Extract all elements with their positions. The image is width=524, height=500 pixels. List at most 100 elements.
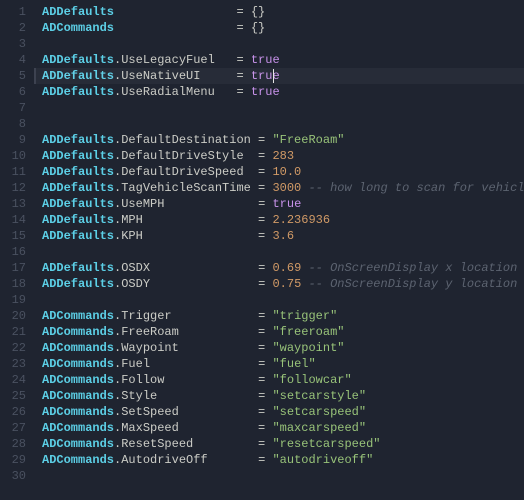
token-var: ADCommands [42, 341, 114, 355]
token-var: ADCommands [42, 21, 114, 35]
code-line[interactable]: ADDefaults.KPH = 3.6 [42, 228, 524, 244]
token-com: -- how long to scan for vehicles [308, 181, 524, 195]
token-prop: Waypoint [121, 341, 179, 355]
token-prop: UseNativeUI [121, 69, 200, 83]
code-line[interactable]: ADDefaults.UseLegacyFuel = true [42, 52, 524, 68]
code-line[interactable]: ADCommands.Waypoint = "waypoint" [42, 340, 524, 356]
token-var: ADCommands [42, 405, 114, 419]
line-number: 3 [0, 36, 26, 52]
code-line[interactable]: ADCommands.ResetSpeed = "resetcarspeed" [42, 436, 524, 452]
token-var: ADDefaults [42, 197, 114, 211]
token-eq: = [236, 5, 243, 19]
token-eq: = [258, 453, 265, 467]
code-line[interactable]: ADCommands = {} [42, 20, 524, 36]
code-line[interactable]: ADDefaults.UseRadialMenu = true [42, 84, 524, 100]
line-number: 15 [0, 228, 26, 244]
token-eq: = [258, 165, 265, 179]
code-line[interactable]: ADDefaults.OSDY = 0.75 -- OnScreenDispla… [42, 276, 524, 292]
code-line[interactable]: ADDefaults.UseNativeUI = true [42, 68, 524, 84]
code-line[interactable]: ADCommands.AutodriveOff = "autodriveoff" [42, 452, 524, 468]
code-line[interactable]: ADDefaults.MPH = 2.236936 [42, 212, 524, 228]
line-number: 2 [0, 20, 26, 36]
code-line[interactable]: ADDefaults.UseMPH = true [42, 196, 524, 212]
line-number: 23 [0, 356, 26, 372]
code-line[interactable]: ADCommands.FreeRoam = "freeroam" [42, 324, 524, 340]
token-var: ADCommands [42, 357, 114, 371]
token-bool: true [251, 85, 280, 99]
line-number: 16 [0, 244, 26, 260]
token-eq: = [258, 357, 265, 371]
token-var: ADCommands [42, 325, 114, 339]
token-prop: AutodriveOff [121, 453, 207, 467]
code-line[interactable] [42, 244, 524, 260]
token-eq: = [258, 389, 265, 403]
token-prop: DefaultDriveSpeed [121, 165, 243, 179]
token-bool: true [251, 53, 280, 67]
line-number: 25 [0, 388, 26, 404]
code-line[interactable]: ADCommands.SetSpeed = "setcarspeed" [42, 404, 524, 420]
code-line[interactable]: ADCommands.Fuel = "fuel" [42, 356, 524, 372]
token-var: ADCommands [42, 453, 114, 467]
code-line[interactable]: ADCommands.Follow = "followcar" [42, 372, 524, 388]
token-var: ADDefaults [42, 277, 114, 291]
token-num: 3.6 [272, 229, 294, 243]
code-line[interactable]: ADDefaults.TagVehicleScanTime = 3000 -- … [42, 180, 524, 196]
token-num: 2.236936 [272, 213, 330, 227]
line-number: 10 [0, 148, 26, 164]
token-var: ADDefaults [42, 69, 114, 83]
token-com: -- OnScreenDisplay y location [308, 277, 517, 291]
token-prop: DefaultDriveStyle [121, 149, 243, 163]
token-eq: = [258, 277, 265, 291]
code-line[interactable]: ADDefaults.DefaultDriveSpeed = 10.0 [42, 164, 524, 180]
line-number: 20 [0, 308, 26, 324]
code-line[interactable] [42, 468, 524, 484]
token-var: ADCommands [42, 421, 114, 435]
line-number: 28 [0, 436, 26, 452]
token-str: "FreeRoam" [272, 133, 344, 147]
token-var: ADDefaults [42, 181, 114, 195]
code-area[interactable]: ADDefaults = {}ADCommands = {}ADDefaults… [34, 0, 524, 500]
code-line[interactable]: ADCommands.MaxSpeed = "maxcarspeed" [42, 420, 524, 436]
token-str: "followcar" [272, 373, 351, 387]
code-line[interactable]: ADDefaults.OSDX = 0.69 -- OnScreenDispla… [42, 260, 524, 276]
token-bool: true [272, 197, 301, 211]
token-eq: = [258, 373, 265, 387]
code-line[interactable]: ADDefaults.DefaultDriveStyle = 283 [42, 148, 524, 164]
line-number: 29 [0, 452, 26, 468]
line-number: 11 [0, 164, 26, 180]
token-eq: = [258, 341, 265, 355]
line-number: 22 [0, 340, 26, 356]
token-str: "freeroam" [272, 325, 344, 339]
code-line[interactable] [42, 292, 524, 308]
token-num: 283 [272, 149, 294, 163]
code-line[interactable]: ADCommands.Trigger = "trigger" [42, 308, 524, 324]
token-punc: {} [251, 21, 265, 35]
token-eq: = [258, 181, 265, 195]
token-prop: Trigger [121, 309, 171, 323]
token-prop: MPH [121, 213, 143, 227]
token-eq: = [236, 85, 243, 99]
line-number: 27 [0, 420, 26, 436]
code-line[interactable]: ADDefaults = {} [42, 4, 524, 20]
code-line[interactable] [42, 100, 524, 116]
line-number: 19 [0, 292, 26, 308]
code-line[interactable]: ADDefaults.DefaultDestination = "FreeRoa… [42, 132, 524, 148]
code-editor[interactable]: 1234567891011121314151617181920212223242… [0, 0, 524, 500]
code-line[interactable] [42, 36, 524, 52]
token-prop: UseRadialMenu [121, 85, 215, 99]
code-line[interactable]: ADCommands.Style = "setcarstyle" [42, 388, 524, 404]
token-prop: OSDY [121, 277, 150, 291]
line-number: 21 [0, 324, 26, 340]
token-eq: = [258, 197, 265, 211]
token-str: "maxcarspeed" [272, 421, 366, 435]
line-number: 6 [0, 84, 26, 100]
token-str: "setcarstyle" [272, 389, 366, 403]
token-var: ADDefaults [42, 261, 114, 275]
line-number: 14 [0, 212, 26, 228]
code-line[interactable] [42, 116, 524, 132]
token-prop: TagVehicleScanTime [121, 181, 251, 195]
line-number: 13 [0, 196, 26, 212]
token-var: ADDefaults [42, 53, 114, 67]
token-prop: UseMPH [121, 197, 164, 211]
line-number: 12 [0, 180, 26, 196]
